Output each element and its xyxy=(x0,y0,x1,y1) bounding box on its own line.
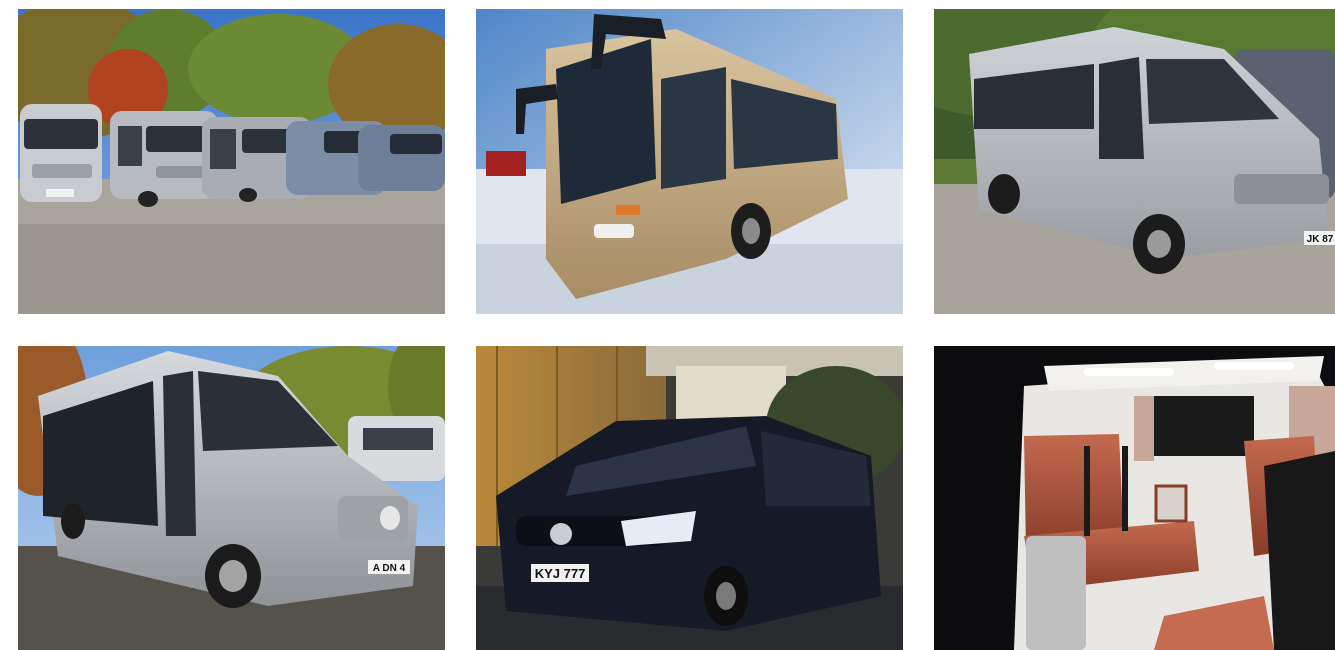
minivan-night-image: KYJ 777 xyxy=(476,346,903,650)
license-plate: KYJ 777 xyxy=(535,566,586,581)
gallery-photo-6[interactable] xyxy=(934,346,1335,650)
gallery-photo-1[interactable] xyxy=(18,9,445,314)
gallery-photo-3[interactable]: JK 87 xyxy=(934,9,1335,314)
gallery-photo-4[interactable]: A DN 4 xyxy=(18,346,445,650)
gallery-photo-5[interactable]: KYJ 777 xyxy=(476,346,903,650)
license-plate: JK 87 xyxy=(1307,234,1334,245)
minibus-side-image: JK 87 xyxy=(934,9,1335,314)
minibus-fleet-image xyxy=(18,9,445,314)
van-interior-image xyxy=(934,346,1335,650)
coach-bus-image xyxy=(476,9,903,314)
gallery-photo-2[interactable] xyxy=(476,9,903,314)
minibus-front-image: A DN 4 xyxy=(18,346,445,650)
license-plate: A DN 4 xyxy=(373,563,406,574)
